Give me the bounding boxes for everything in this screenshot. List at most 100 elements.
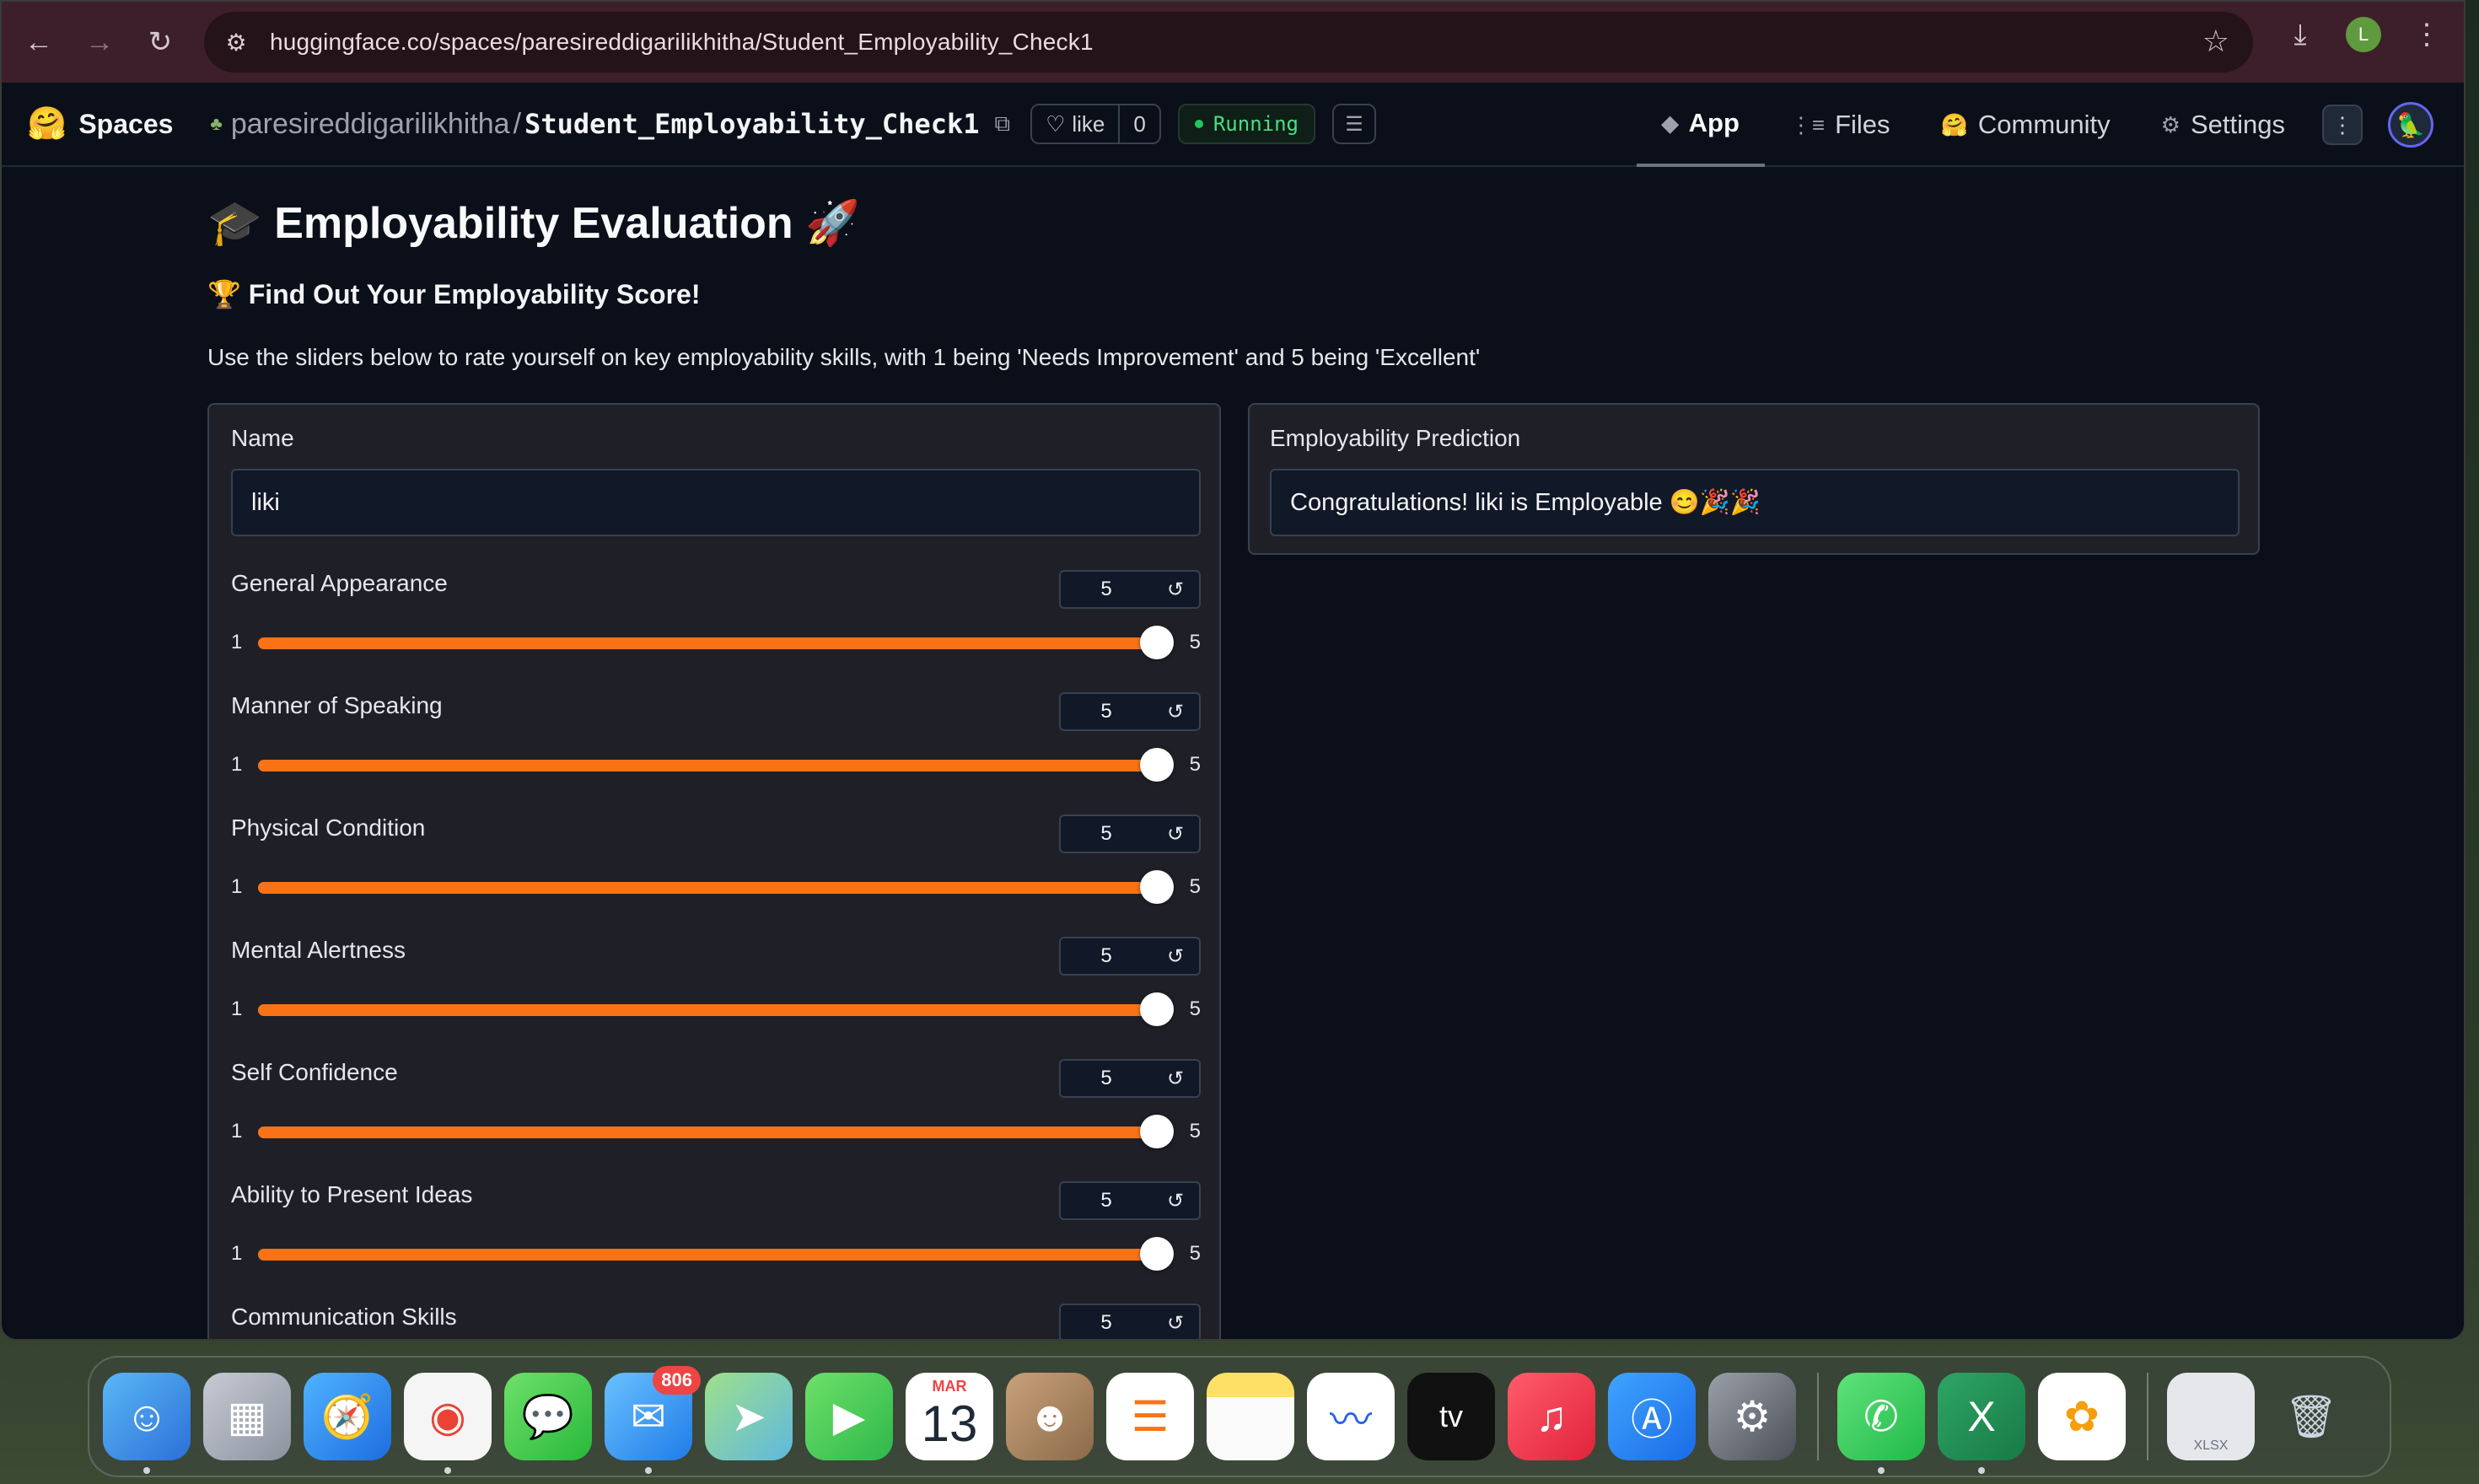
reset-icon[interactable]: ↺	[1152, 1181, 1201, 1220]
copy-icon[interactable]: ⧉	[994, 110, 1010, 137]
launchpad-icon[interactable]: ▦	[203, 1373, 291, 1460]
reset-icon[interactable]: ↺	[1152, 937, 1201, 976]
output-panel: Employability Prediction Congratulations…	[1248, 403, 2260, 555]
slider-max-label: 5	[1189, 631, 1201, 653]
address-bar[interactable]: ⚙ huggingface.co/spaces/paresireddigaril…	[204, 12, 2253, 73]
repo-name[interactable]: Student_Employability_Check1	[524, 108, 979, 140]
slider-max-label: 5	[1189, 875, 1201, 898]
cube-icon: ◆	[1661, 110, 1679, 136]
slider-fill	[258, 760, 1157, 772]
slider-max-label: 5	[1189, 1120, 1201, 1143]
trash-icon[interactable]: 🗑	[2267, 1373, 2355, 1460]
slider-label: Communication Skills	[231, 1304, 457, 1330]
owner-link[interactable]: paresireddigarilikhitha	[231, 108, 510, 141]
name-input[interactable]: liki	[231, 469, 1201, 536]
music-icon[interactable]: ♫	[1508, 1373, 1595, 1460]
gradio-app: 🎓 Employability Evaluation 🚀 🏆 Find Out …	[2, 167, 2464, 1339]
slider-number-input[interactable]: 5	[1059, 570, 1153, 609]
tab-community[interactable]: 🤗 Community	[1916, 83, 2136, 167]
slider-thumb[interactable]	[1140, 626, 1174, 659]
path-separator: /	[513, 107, 522, 140]
slider-thumb[interactable]	[1140, 748, 1174, 782]
status-text: Running	[1213, 112, 1299, 136]
slider-number-input[interactable]: 5	[1059, 1059, 1153, 1098]
reminders-icon[interactable]: ☰	[1106, 1373, 1194, 1460]
profile-avatar[interactable]: L	[2346, 17, 2381, 52]
back-arrow-icon[interactable]: ←	[15, 19, 62, 66]
apple-tv-icon[interactable]: tv	[1407, 1373, 1495, 1460]
more-options-button[interactable]: ⋮	[2322, 105, 2363, 145]
calendar-icon[interactable]: MAR 13	[906, 1373, 993, 1460]
download-icon[interactable]: ⤓	[2280, 19, 2320, 51]
reset-icon[interactable]: ↺	[1152, 692, 1201, 731]
messages-icon[interactable]: 💬	[504, 1373, 592, 1460]
slider-number-input[interactable]: 5	[1059, 937, 1153, 976]
logs-button[interactable]: ☰	[1332, 104, 1377, 144]
system-settings-icon[interactable]: ⚙	[1708, 1373, 1796, 1460]
slider-number-input[interactable]: 5	[1059, 1304, 1153, 1339]
tab-files[interactable]: ⋮≡ Files	[1765, 83, 1916, 167]
slider-number-input[interactable]: 5	[1059, 692, 1153, 731]
mail-icon[interactable]: ✉ 806	[605, 1366, 701, 1474]
slider-track[interactable]	[258, 870, 1174, 904]
slider-number-input[interactable]: 5	[1059, 815, 1153, 853]
excel-icon[interactable]: X	[1938, 1373, 2025, 1474]
safari-icon[interactable]: 🧭	[304, 1373, 391, 1460]
maps-icon[interactable]: ➤	[705, 1373, 793, 1460]
slider-min-label: 1	[231, 631, 243, 653]
user-avatar[interactable]: 🦜	[2388, 102, 2433, 148]
status-badge[interactable]: Running	[1177, 104, 1316, 144]
slider-row: Ability to Present Ideas 5 ↺ 1 5	[231, 1181, 1201, 1304]
chrome-icon[interactable]: ◉	[404, 1373, 492, 1474]
slider-track[interactable]	[258, 1237, 1174, 1271]
slider-fill	[258, 882, 1157, 894]
slider-thumb[interactable]	[1140, 1237, 1174, 1271]
slider-min-label: 1	[231, 1120, 243, 1143]
slider-fill	[258, 1249, 1157, 1261]
input-panel: Name liki General Appearance 5 ↺ 1 5 Manner o…	[207, 403, 1221, 1339]
notes-icon[interactable]	[1207, 1373, 1294, 1460]
like-label-group[interactable]: ♡ like	[1032, 105, 1121, 142]
tab-app[interactable]: ◆ App	[1636, 83, 1765, 167]
facetime-icon[interactable]: ▶	[805, 1373, 893, 1460]
slider-track[interactable]	[258, 992, 1174, 1026]
browser-menu-icon[interactable]: ⋮	[2406, 18, 2447, 51]
reset-icon[interactable]: ↺	[1152, 570, 1201, 609]
reset-icon[interactable]: ↺	[1152, 1304, 1201, 1339]
site-settings-icon[interactable]: ⚙	[219, 25, 253, 59]
slider-track[interactable]	[258, 1115, 1174, 1148]
prediction-output: Congratulations! liki is Employable 😊🎉🎉	[1270, 469, 2240, 536]
app-store-icon[interactable]: Ⓐ	[1608, 1373, 1696, 1460]
like-button[interactable]: ♡ like 0	[1030, 104, 1161, 144]
bookmark-star-icon[interactable]: ☆	[2202, 24, 2229, 59]
slider-row: Self Confidence 5 ↺ 1 5	[231, 1059, 1201, 1181]
forward-arrow-icon[interactable]: →	[76, 19, 123, 66]
reload-icon[interactable]: ↻	[137, 19, 184, 66]
slider-label: Self Confidence	[231, 1059, 398, 1085]
prediction-label: Employability Prediction	[1270, 425, 1521, 451]
tab-settings[interactable]: ⚙ Settings	[2136, 83, 2310, 167]
slider-thumb[interactable]	[1140, 1115, 1174, 1148]
slider-track[interactable]	[258, 748, 1174, 782]
slider-thumb[interactable]	[1140, 992, 1174, 1026]
slider-max-label: 5	[1189, 1242, 1201, 1265]
freeform-icon[interactable]: 〰	[1307, 1373, 1395, 1460]
reset-icon[interactable]: ↺	[1152, 815, 1201, 853]
reset-icon[interactable]: ↺	[1152, 1059, 1201, 1098]
dock-separator	[1817, 1373, 1819, 1460]
slider-fill	[258, 637, 1157, 649]
slider-track[interactable]	[258, 626, 1174, 659]
tab-files-label: Files	[1835, 110, 1890, 139]
xlsx-file-icon[interactable]: XLSX	[2167, 1373, 2255, 1460]
spaces-link[interactable]: Spaces	[78, 109, 173, 140]
finder-icon[interactable]: ☺	[103, 1373, 191, 1474]
slider-row: Communication Skills5↺15	[231, 1304, 1201, 1339]
contacts-icon[interactable]: ☻	[1006, 1373, 1094, 1460]
slider-thumb[interactable]	[1140, 870, 1174, 904]
photos-icon[interactable]: ✿	[2038, 1373, 2126, 1460]
slider-max-label: 5	[1189, 997, 1201, 1020]
whatsapp-icon[interactable]: ✆	[1837, 1373, 1925, 1474]
hf-logo-icon[interactable]: 🤗	[27, 105, 67, 142]
slider-number-input[interactable]: 5	[1059, 1181, 1153, 1220]
url-text[interactable]: huggingface.co/spaces/paresireddigarilik…	[270, 29, 1094, 56]
